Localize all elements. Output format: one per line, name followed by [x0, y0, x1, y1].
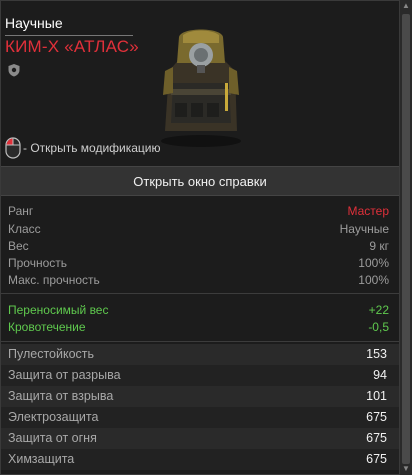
info-row-class: Класс Научные — [1, 222, 399, 240]
stat-label: Электрозащита — [8, 410, 99, 424]
info-value: 100% — [358, 273, 389, 287]
bonus-value: +22 — [368, 303, 389, 317]
info-row-rank: Ранг Мастер — [1, 204, 399, 222]
stat-row-rupture: Защита от разрыва 94 — [1, 365, 399, 386]
section-divider — [1, 341, 399, 342]
stat-row-bullet: Пулестойкость 153 — [1, 344, 399, 365]
info-row-max-durability: Макс. прочность 100% — [1, 273, 399, 291]
item-category: Научные — [5, 15, 63, 31]
stat-value: 675 — [366, 410, 387, 424]
scrollbar-thumb[interactable] — [402, 14, 410, 464]
scroll-down-arrow[interactable]: ▼ — [401, 464, 411, 474]
stat-value: 101 — [366, 389, 387, 403]
bonus-row-bleeding: Кровотечение -0,5 — [1, 320, 399, 338]
stat-row-explosion: Защита от взрыва 101 — [1, 386, 399, 407]
info-label: Класс — [8, 222, 41, 236]
scroll-up-arrow[interactable]: ▲ — [401, 1, 411, 11]
info-row-durability: Прочность 100% — [1, 256, 399, 274]
item-header: Научные КИМ-Х «АТЛАС» - Открыть модифика… — [1, 1, 399, 164]
info-value: 100% — [358, 256, 389, 270]
bonus-value: -0,5 — [368, 320, 389, 334]
stat-label: Пулестойкость — [8, 347, 95, 361]
stat-row-chemical: Химзащита 675 — [1, 449, 399, 470]
category-divider — [5, 35, 133, 36]
section-divider — [1, 293, 399, 294]
item-name: КИМ-Х «АТЛАС» — [5, 37, 139, 56]
stat-value: 94 — [373, 368, 387, 382]
bonus-label: Переносимый вес — [8, 303, 109, 317]
stat-label: Защита от взрыва — [8, 389, 114, 403]
info-value: Мастер — [347, 204, 389, 218]
bonus-label: Кровотечение — [8, 320, 86, 334]
info-label: Прочность — [8, 256, 68, 270]
open-help-button[interactable]: Открыть окно справки — [1, 166, 399, 196]
info-value: Научные — [339, 222, 389, 236]
stat-label: Химзащита — [8, 452, 75, 466]
stat-label: Защита от огня — [8, 431, 97, 445]
info-row-weight: Вес 9 кг — [1, 239, 399, 257]
bonus-row-carry-weight: Переносимый вес +22 — [1, 303, 399, 321]
info-label: Макс. прочность — [8, 273, 100, 287]
stat-row-electro: Электрозащита 675 — [1, 407, 399, 428]
stat-value: 675 — [366, 431, 387, 445]
hint-text: - Открыть модификацию — [23, 141, 161, 155]
info-label: Вес — [8, 239, 29, 253]
info-label: Ранг — [8, 204, 34, 218]
open-modification-hint: - Открыть модификацию — [5, 137, 161, 159]
item-tooltip-panel: Научные КИМ-Х «АТЛАС» - Открыть модифика… — [0, 0, 400, 475]
armor-image — [161, 29, 241, 147]
shield-icon — [8, 64, 20, 77]
info-value: 9 кг — [369, 239, 389, 253]
stat-value: 675 — [366, 452, 387, 466]
stat-label: Защита от разрыва — [8, 368, 121, 382]
stat-row-fire: Защита от огня 675 — [1, 428, 399, 449]
mouse-icon — [5, 137, 21, 159]
stat-value: 153 — [366, 347, 387, 361]
